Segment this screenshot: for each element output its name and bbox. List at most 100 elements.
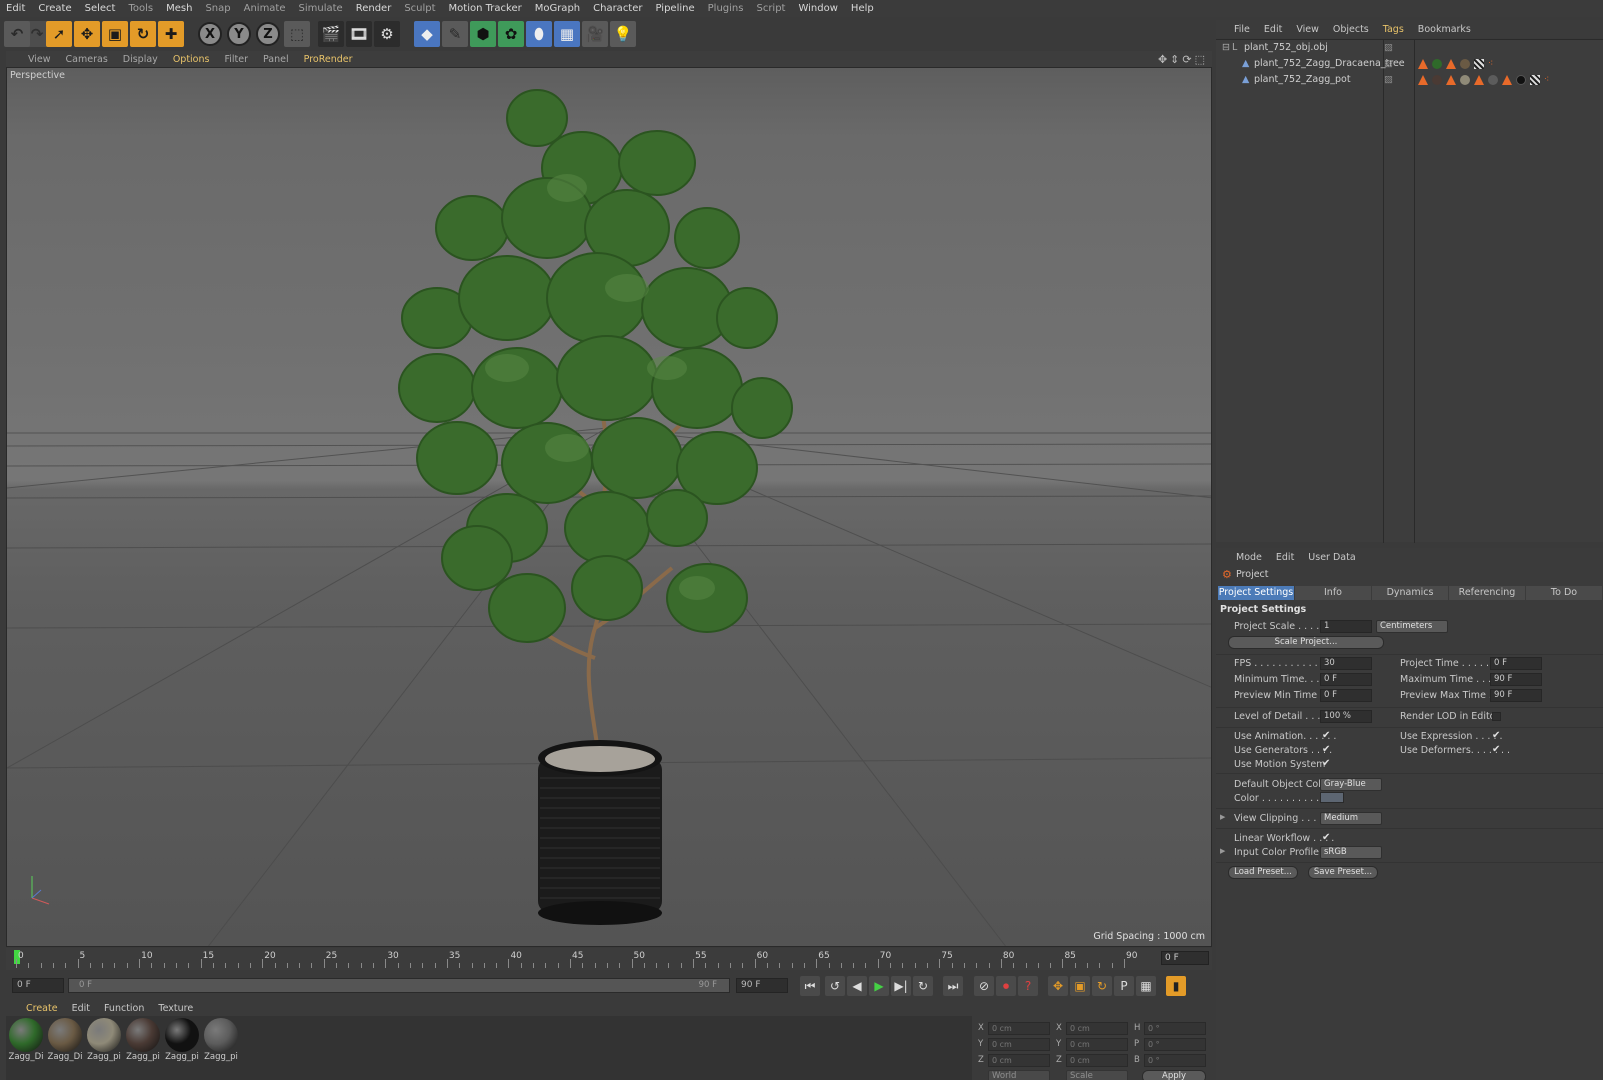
use-motion-system-checkbox[interactable]: ✔ (1322, 759, 1332, 769)
material-tag-icon[interactable] (1432, 75, 1442, 85)
color-swatch[interactable] (1320, 792, 1344, 803)
key-point-level-icon[interactable]: ▦ (1136, 976, 1156, 996)
material-tag-icon[interactable] (1432, 59, 1442, 69)
scale-project-button[interactable]: Scale Project... (1228, 636, 1384, 649)
object-row-root[interactable]: ⊟ L plant_752_obj.obj ▨ (1216, 40, 1603, 56)
visibility-icon[interactable]: ▨ (1384, 40, 1393, 56)
tab-to-do[interactable]: To Do (1526, 586, 1602, 600)
coordinate-system-icon[interactable]: ⬚ (284, 21, 310, 47)
key-parameter-icon[interactable]: P (1114, 976, 1134, 996)
timeline-ruler[interactable]: 0 5 10 15 20 25 30 35 40 45 50 55 60 65 70 75 80 85 90 0 F (6, 948, 1212, 970)
material-swatch[interactable]: Zagg_Di (47, 1018, 83, 1066)
menu-character[interactable]: Character (593, 3, 642, 14)
end-frame-field[interactable]: 90 F (736, 978, 788, 993)
menu-snap[interactable]: Snap (205, 3, 230, 14)
tab-info[interactable]: Info (1295, 586, 1371, 600)
render-picture-viewer-icon[interactable]: 🎞 (346, 21, 372, 47)
go-to-start-icon[interactable]: ⏮ (800, 976, 820, 996)
pen-icon[interactable]: ✎ (442, 21, 468, 47)
key-scale-icon[interactable]: ▣ (1070, 976, 1090, 996)
3d-viewport[interactable]: Perspective Grid Spacing : 1000 cm (6, 67, 1212, 947)
next-frame-icon[interactable]: ▶| (891, 976, 911, 996)
size-y-field[interactable]: 0 cm (1066, 1038, 1128, 1051)
tab-project-settings[interactable]: Project Settings (1218, 586, 1294, 600)
rotation-h-field[interactable]: 0 ° (1144, 1022, 1206, 1035)
material-menu-texture[interactable]: Texture (158, 1003, 193, 1014)
am-menu-edit[interactable]: Edit (1276, 552, 1294, 563)
use-deformers-checkbox[interactable]: ✔ (1492, 745, 1502, 755)
am-menu-mode[interactable]: Mode (1236, 552, 1262, 563)
viewport-menu-cameras[interactable]: Cameras (66, 54, 108, 65)
am-menu-user-data[interactable]: User Data (1308, 552, 1355, 563)
menu-simulate[interactable]: Simulate (299, 3, 343, 14)
apply-button[interactable]: Apply (1142, 1070, 1206, 1080)
phong-tag-icon[interactable] (1418, 59, 1428, 69)
menu-help[interactable]: Help (851, 3, 874, 14)
y-axis-icon[interactable]: Y (227, 22, 251, 46)
uvw-tag-icon[interactable] (1502, 75, 1512, 85)
input-color-profile-dropdown[interactable]: sRGB (1320, 846, 1382, 859)
previous-frame-icon[interactable]: ◀ (847, 976, 867, 996)
rotation-b-field[interactable]: 0 ° (1144, 1054, 1206, 1067)
viewport-menu-prorender[interactable]: ProRender (304, 54, 353, 65)
selection-tag-icon[interactable]: ⁖ (1544, 75, 1554, 85)
om-menu-tags[interactable]: Tags (1383, 24, 1404, 35)
expand-arrow-icon[interactable]: ▶ (1220, 847, 1225, 855)
material-menu-edit[interactable]: Edit (72, 1003, 90, 1014)
om-menu-objects[interactable]: Objects (1333, 24, 1369, 35)
rotate-icon[interactable]: ↻ (130, 21, 156, 47)
camera-icon[interactable]: 🎥 (582, 21, 608, 47)
menu-sculpt[interactable]: Sculpt (404, 3, 435, 14)
render-lod-checkbox[interactable] (1492, 712, 1501, 721)
size-z-field[interactable]: 0 cm (1066, 1054, 1128, 1067)
add-object-icon[interactable]: ✚ (158, 21, 184, 47)
material-swatch[interactable]: Zagg_pi (86, 1018, 122, 1066)
view-clipping-dropdown[interactable]: Medium (1320, 812, 1382, 825)
use-expression-checkbox[interactable]: ✔ (1492, 731, 1502, 741)
array-icon[interactable]: ✿ (498, 21, 524, 47)
size-mode-dropdown[interactable]: Scale (1066, 1070, 1128, 1080)
autokeying-icon[interactable]: ⏺ (996, 976, 1016, 996)
visibility-icon[interactable]: ▨ (1384, 56, 1393, 72)
menu-edit[interactable]: Edit (6, 3, 25, 14)
om-menu-file[interactable]: File (1234, 24, 1250, 35)
play-icon[interactable]: ▶ (869, 976, 889, 996)
uvw-tag-icon[interactable] (1446, 59, 1456, 69)
menu-animate[interactable]: Animate (244, 3, 286, 14)
viewport-menu-panel[interactable]: Panel (263, 54, 289, 65)
viewport-menu-view[interactable]: View (28, 54, 51, 65)
selection-tag-icon[interactable]: ⁖ (1488, 59, 1498, 69)
viewport-menu-display[interactable]: Display (123, 54, 158, 65)
minimum-time-field[interactable]: 0 F (1320, 673, 1372, 686)
next-key-icon[interactable]: ↻ (913, 976, 933, 996)
use-animation-checkbox[interactable]: ✔ (1322, 731, 1332, 741)
position-x-field[interactable]: 0 cm (988, 1022, 1050, 1035)
object-row-pot[interactable]: ▲ plant_752_Zagg_pot ▨ ⁖ (1216, 72, 1603, 88)
material-tag-icon[interactable] (1460, 75, 1470, 85)
position-z-field[interactable]: 0 cm (988, 1054, 1050, 1067)
light-icon[interactable]: 💡 (610, 21, 636, 47)
scale-icon[interactable]: ▣ (102, 21, 128, 47)
linear-workflow-checkbox[interactable]: ✔ (1322, 833, 1332, 843)
deformer-icon[interactable]: ⬮ (526, 21, 552, 47)
visibility-icon[interactable]: ▨ (1384, 72, 1393, 88)
texture-tag-icon[interactable] (1474, 59, 1484, 69)
menu-select[interactable]: Select (85, 3, 116, 14)
load-preset-button[interactable]: Load Preset... (1228, 866, 1298, 879)
use-generators-checkbox[interactable]: ✔ (1322, 745, 1332, 755)
menu-plugins[interactable]: Plugins (708, 3, 744, 14)
menu-motion-tracker[interactable]: Motion Tracker (449, 3, 522, 14)
expand-arrow-icon[interactable]: ▶ (1220, 813, 1225, 821)
tab-referencing[interactable]: Referencing (1449, 586, 1525, 600)
z-axis-icon[interactable]: Z (256, 22, 280, 46)
save-preset-button[interactable]: Save Preset... (1308, 866, 1378, 879)
maximum-time-field[interactable]: 90 F (1490, 673, 1542, 686)
material-swatch[interactable]: Zagg_Di (8, 1018, 44, 1066)
om-menu-edit[interactable]: Edit (1264, 24, 1282, 35)
viewport-navigation-icons[interactable]: ✥⇕⟳⬚ (1158, 53, 1208, 66)
project-scale-field[interactable]: 1 (1320, 620, 1372, 633)
project-time-field[interactable]: 0 F (1490, 657, 1542, 670)
x-axis-icon[interactable]: X (198, 22, 222, 46)
go-to-end-icon[interactable]: ⏭ (943, 976, 963, 996)
menu-script[interactable]: Script (756, 3, 785, 14)
